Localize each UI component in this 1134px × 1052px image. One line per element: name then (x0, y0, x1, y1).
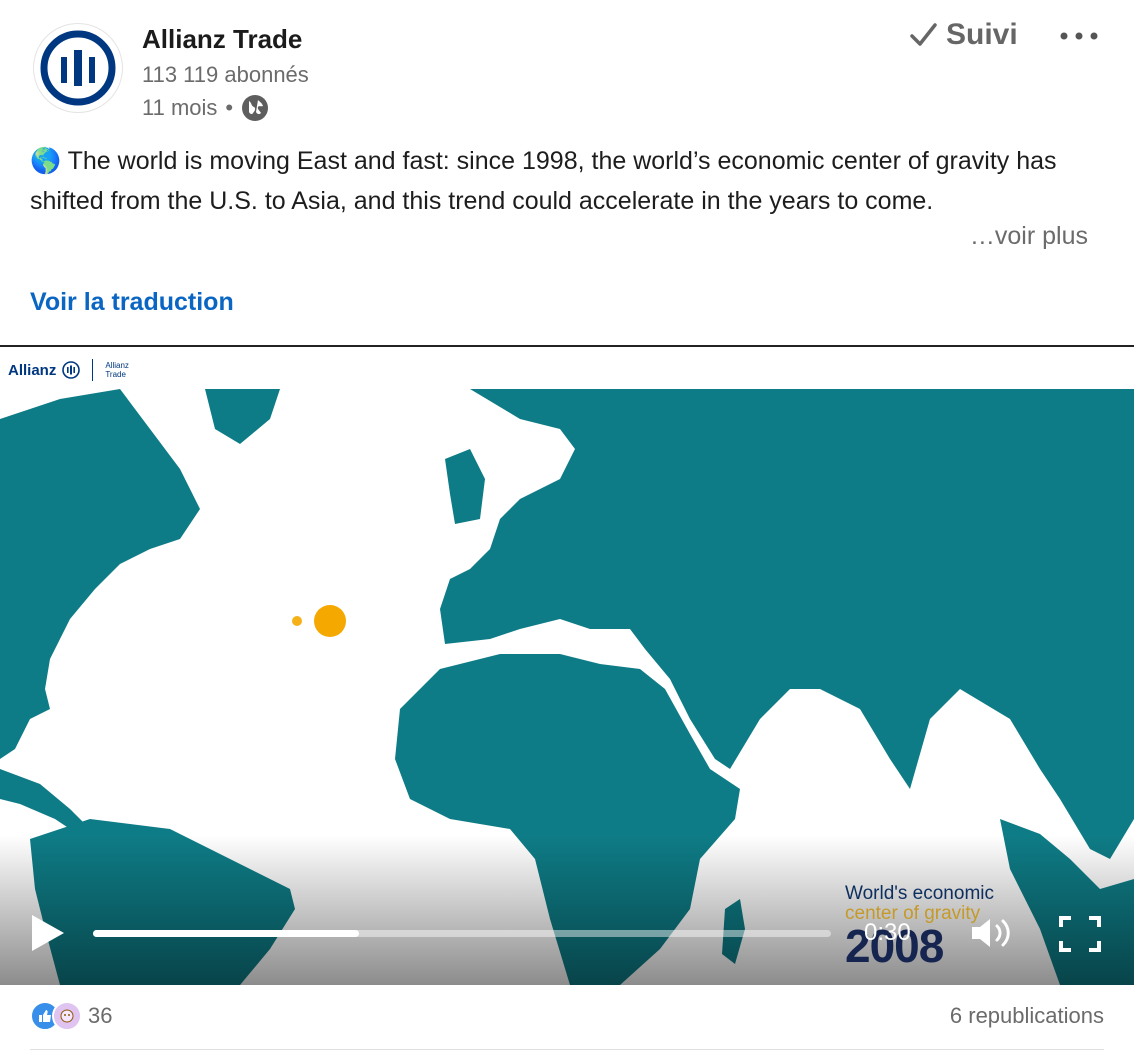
brand-divider (92, 359, 94, 381)
following-button[interactable]: Suivi (908, 18, 1018, 52)
volume-icon[interactable] (968, 915, 1016, 951)
more-options-button[interactable] (1058, 18, 1102, 56)
post-footer: 36 6 republications (0, 983, 1134, 1052)
translate-link[interactable]: Voir la traduction (30, 288, 234, 317)
reaction-count: 36 (88, 1003, 113, 1028)
video-progress-bar[interactable] (93, 930, 831, 937)
reposts-count[interactable]: 6 republications (950, 1003, 1104, 1029)
checkmark-icon (910, 23, 937, 46)
post-header: Allianz Trade 113 119 abonnés 11 mois • … (0, 0, 1134, 130)
post-time: 11 mois (142, 95, 218, 120)
meta-separator: • (225, 95, 234, 120)
video-time: 0:30 (864, 919, 911, 946)
post-body-text: 🌎 The world is moving East and fast: sin… (30, 147, 1057, 215)
fullscreen-icon[interactable] (1058, 915, 1102, 953)
play-icon[interactable] (30, 913, 66, 953)
footer-divider (30, 1049, 1104, 1050)
gravity-trail-marker (292, 616, 302, 626)
company-logo[interactable] (33, 23, 123, 113)
follower-count: 113 119 abonnés (142, 62, 309, 87)
reactions-summary[interactable]: 36 (30, 1001, 112, 1031)
video-progress-fill (93, 930, 359, 937)
video-brand-name: Allianz (8, 361, 57, 379)
globe-icon (242, 95, 269, 121)
following-label: Suivi (946, 18, 1018, 51)
more-horizontal-icon (1060, 32, 1098, 40)
video-brand-logo: Allianz Allianz Trade (8, 359, 129, 381)
video-player[interactable]: Allianz Allianz Trade World's economic c… (0, 345, 1134, 985)
gravity-center-marker (314, 605, 346, 637)
caption-line1: World's economic (845, 883, 994, 904)
curious-reaction-icon (52, 1001, 82, 1031)
company-name[interactable]: Allianz Trade (142, 24, 302, 55)
allianz-logo-icon (62, 361, 81, 379)
post-meta: 11 mois • (142, 94, 269, 122)
see-more-link[interactable]: …voir plus (970, 222, 1088, 251)
brand-sublabel: Allianz Trade (105, 361, 129, 379)
